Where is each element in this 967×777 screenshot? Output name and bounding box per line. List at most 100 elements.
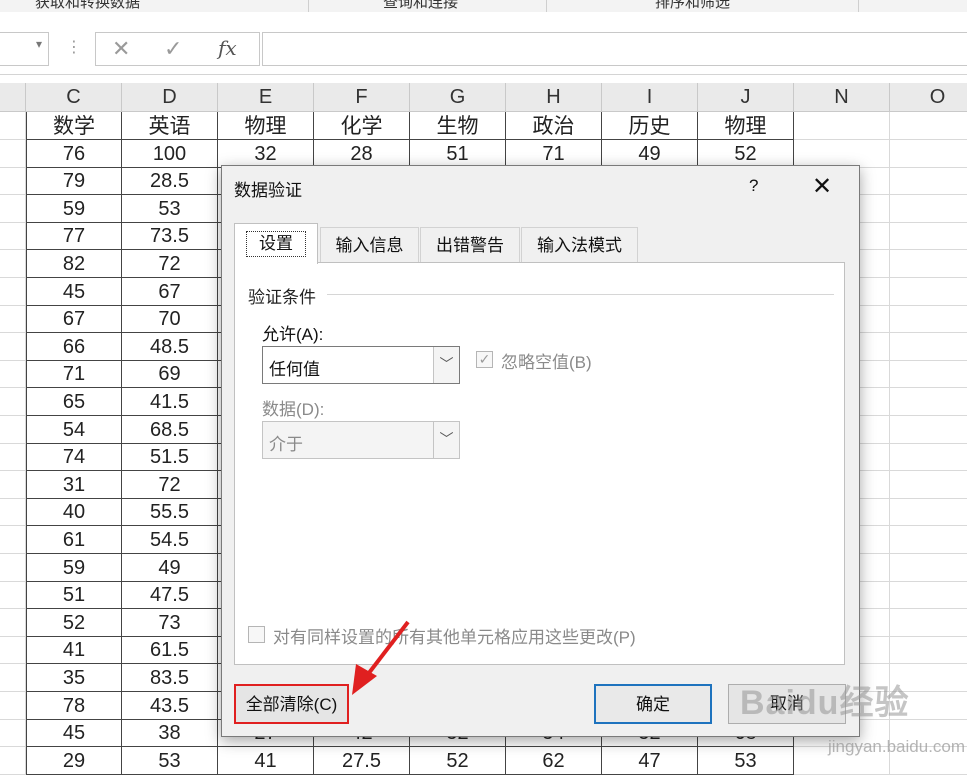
table-cell[interactable]: 45 [26,719,122,747]
table-cell[interactable]: 49 [602,140,698,168]
table-cell[interactable]: 65 [26,388,122,416]
table-cell[interactable] [890,636,967,664]
table-cell[interactable]: 53 [122,747,218,775]
table-cell[interactable]: 61 [26,526,122,554]
table-cell[interactable]: 41.5 [122,388,218,416]
table-cell[interactable] [890,222,967,250]
table-cell[interactable]: 27.5 [314,747,410,775]
table-cell[interactable]: 53 [122,195,218,223]
table-cell[interactable]: 71 [506,140,602,168]
table-cell[interactable] [0,664,26,692]
table-cell[interactable] [0,554,26,582]
table-cell[interactable] [0,471,26,499]
column-header-f[interactable]: F [314,83,410,111]
table-cell[interactable] [890,416,967,444]
table-cell[interactable] [0,692,26,720]
table-cell[interactable] [890,112,967,140]
chevron-down-icon[interactable]: ﹀ [433,422,459,458]
table-cell[interactable] [0,167,26,195]
table-cell[interactable]: 68.5 [122,416,218,444]
table-cell[interactable]: 41 [218,747,314,775]
table-cell[interactable] [0,195,26,223]
table-cell[interactable] [0,112,26,140]
column-header-h[interactable]: H [506,83,602,111]
table-cell[interactable]: 28 [314,140,410,168]
table-cell[interactable] [0,140,26,168]
table-cell[interactable] [890,443,967,471]
table-cell[interactable] [0,636,26,664]
table-cell[interactable]: 72 [122,471,218,499]
tab-settings[interactable]: 设置 [234,223,318,264]
table-cell[interactable]: 100 [122,140,218,168]
table-cell[interactable] [0,526,26,554]
column-header-o[interactable]: O [890,83,967,111]
table-cell[interactable] [0,388,26,416]
table-cell[interactable]: 51.5 [122,443,218,471]
table-cell[interactable]: 51 [26,581,122,609]
header-cell[interactable]: 英语 [122,112,218,140]
column-header-n[interactable]: N [794,83,890,111]
table-cell[interactable] [890,333,967,361]
data-select[interactable]: 介于 ﹀ [262,421,460,459]
table-cell[interactable] [890,609,967,637]
table-cell[interactable] [890,388,967,416]
table-cell[interactable]: 66 [26,333,122,361]
table-cell[interactable] [890,305,967,333]
table-cell[interactable]: 40 [26,498,122,526]
header-cell[interactable]: 数学 [26,112,122,140]
name-box-dropdown-icon[interactable]: ▾ [36,37,42,51]
table-cell[interactable]: 51 [410,140,506,168]
table-cell[interactable]: 74 [26,443,122,471]
header-cell[interactable]: 物理 [698,112,794,140]
table-cell[interactable] [0,719,26,747]
table-cell[interactable]: 45 [26,278,122,306]
tab-input-message[interactable]: 输入信息 [320,227,419,263]
allow-select[interactable]: 任何值 ﹀ [262,346,460,384]
table-cell[interactable]: 72 [122,250,218,278]
table-cell[interactable] [0,278,26,306]
table-cell[interactable]: 31 [26,471,122,499]
table-cell[interactable]: 82 [26,250,122,278]
table-cell[interactable]: 67 [26,305,122,333]
table-cell[interactable]: 52 [698,140,794,168]
table-cell[interactable] [794,140,890,168]
column-header-i[interactable]: I [602,83,698,111]
table-cell[interactable]: 73.5 [122,222,218,250]
table-cell[interactable] [0,305,26,333]
table-cell[interactable]: 43.5 [122,692,218,720]
table-cell[interactable] [794,112,890,140]
table-cell[interactable]: 54.5 [122,526,218,554]
table-cell[interactable] [890,526,967,554]
table-cell[interactable] [0,609,26,637]
formula-bar-splitter-icon[interactable]: ⋮ [66,37,82,57]
table-cell[interactable]: 54 [26,416,122,444]
table-cell[interactable]: 78 [26,692,122,720]
header-cell[interactable]: 政治 [506,112,602,140]
table-cell[interactable] [890,360,967,388]
enter-formula-icon[interactable]: ✓ [164,36,182,62]
table-cell[interactable]: 71 [26,360,122,388]
tab-ime-mode[interactable]: 输入法模式 [521,227,638,263]
table-cell[interactable] [890,167,967,195]
header-cell[interactable]: 化学 [314,112,410,140]
table-cell[interactable]: 79 [26,167,122,195]
table-cell[interactable]: 35 [26,664,122,692]
column-header-g[interactable]: G [410,83,506,111]
table-cell[interactable]: 52 [26,609,122,637]
table-cell[interactable]: 52 [410,747,506,775]
table-cell[interactable]: 76 [26,140,122,168]
tab-error-alert[interactable]: 出错警告 [420,227,520,263]
table-cell[interactable]: 59 [26,554,122,582]
table-cell[interactable] [0,416,26,444]
close-icon[interactable]: ✕ [812,172,832,201]
table-cell[interactable] [0,581,26,609]
table-cell[interactable]: 47 [602,747,698,775]
table-cell[interactable] [890,250,967,278]
table-cell[interactable] [890,195,967,223]
table-cell[interactable]: 83.5 [122,664,218,692]
table-cell[interactable] [0,747,26,775]
formula-input[interactable] [262,32,967,66]
column-header-d[interactable]: D [122,83,218,111]
table-cell[interactable]: 29 [26,747,122,775]
table-cell[interactable] [0,443,26,471]
